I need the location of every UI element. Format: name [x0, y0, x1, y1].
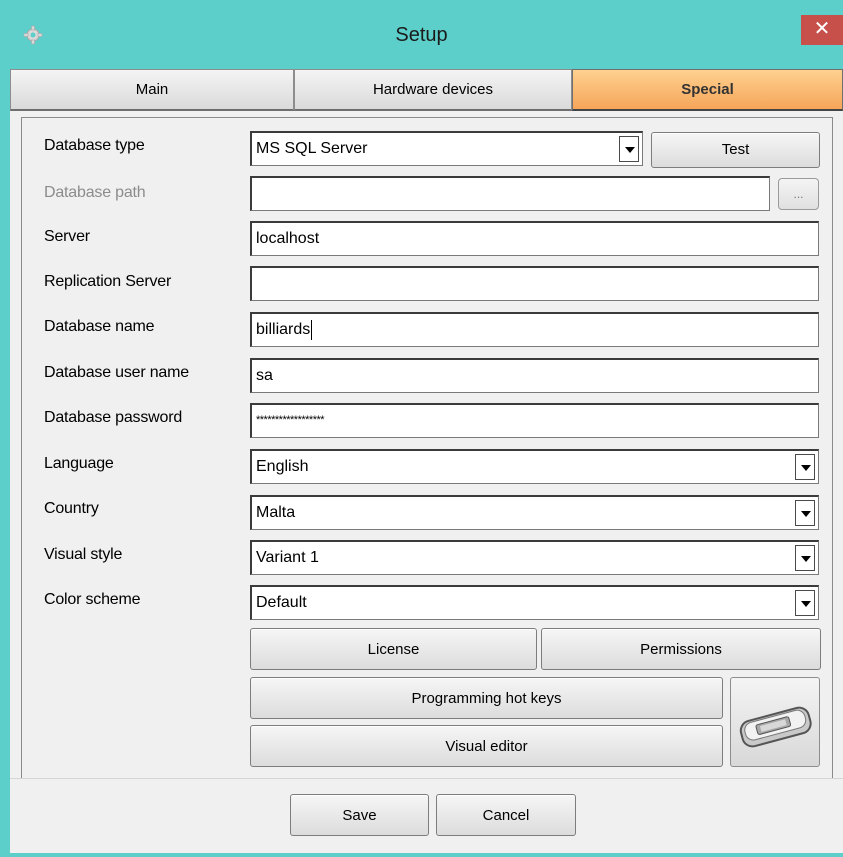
country-select[interactable]: Malta: [250, 495, 819, 530]
replication-server-input[interactable]: [250, 266, 819, 301]
color-scheme-label: Color scheme: [44, 591, 141, 608]
close-icon: ✕: [813, 18, 831, 40]
text-cursor: [311, 319, 313, 340]
visual-style-label: Visual style: [44, 546, 123, 563]
chevron-down-icon[interactable]: [795, 500, 815, 526]
database-path-input[interactable]: [250, 176, 770, 211]
language-label: Language: [44, 455, 114, 472]
database-type-value: MS SQL Server: [256, 140, 368, 157]
tab-main[interactable]: Main: [10, 69, 294, 111]
test-button[interactable]: Test: [651, 132, 820, 168]
tab-hardware-devices[interactable]: Hardware devices: [294, 69, 572, 111]
chevron-down-icon[interactable]: [795, 590, 815, 616]
keyboard-device-button[interactable]: [730, 677, 820, 767]
database-name-input[interactable]: billiards: [250, 312, 819, 347]
database-user-name-label: Database user name: [44, 364, 189, 381]
setup-window: Setup ✕ Main Hardware devices Special Da…: [0, 0, 843, 857]
country-label: Country: [44, 500, 99, 517]
database-user-name-input[interactable]: sa: [250, 358, 819, 393]
database-password-input[interactable]: ******************: [250, 403, 819, 438]
chevron-down-icon[interactable]: [795, 454, 815, 480]
color-scheme-select[interactable]: Default: [250, 585, 819, 620]
database-name-label: Database name: [44, 318, 155, 335]
tab-bar: Main Hardware devices Special: [0, 69, 843, 111]
tab-special[interactable]: Special: [572, 69, 843, 111]
chevron-down-icon[interactable]: [795, 545, 815, 571]
permissions-button[interactable]: Permissions: [541, 628, 821, 670]
database-password-label: Database password: [44, 409, 183, 426]
keypad-icon: [739, 706, 812, 748]
cancel-button[interactable]: Cancel: [436, 794, 576, 836]
close-button[interactable]: ✕: [801, 15, 843, 45]
database-path-label: Database path: [44, 184, 146, 201]
title-bar[interactable]: Setup ✕: [0, 0, 843, 68]
replication-server-label: Replication Server: [44, 273, 172, 290]
save-button[interactable]: Save: [290, 794, 429, 836]
visual-editor-button[interactable]: Visual editor: [250, 725, 723, 767]
license-button[interactable]: License: [250, 628, 537, 670]
visual-style-select[interactable]: Variant 1: [250, 540, 819, 575]
server-input[interactable]: localhost: [250, 221, 819, 256]
browse-button[interactable]: ...: [778, 178, 819, 210]
database-type-select[interactable]: MS SQL Server: [250, 131, 643, 166]
chevron-down-icon[interactable]: [619, 136, 639, 162]
language-select[interactable]: English: [250, 449, 819, 484]
programming-hot-keys-button[interactable]: Programming hot keys: [250, 677, 723, 719]
server-label: Server: [44, 228, 90, 245]
database-type-label: Database type: [44, 137, 145, 154]
window-title: Setup: [395, 24, 448, 46]
